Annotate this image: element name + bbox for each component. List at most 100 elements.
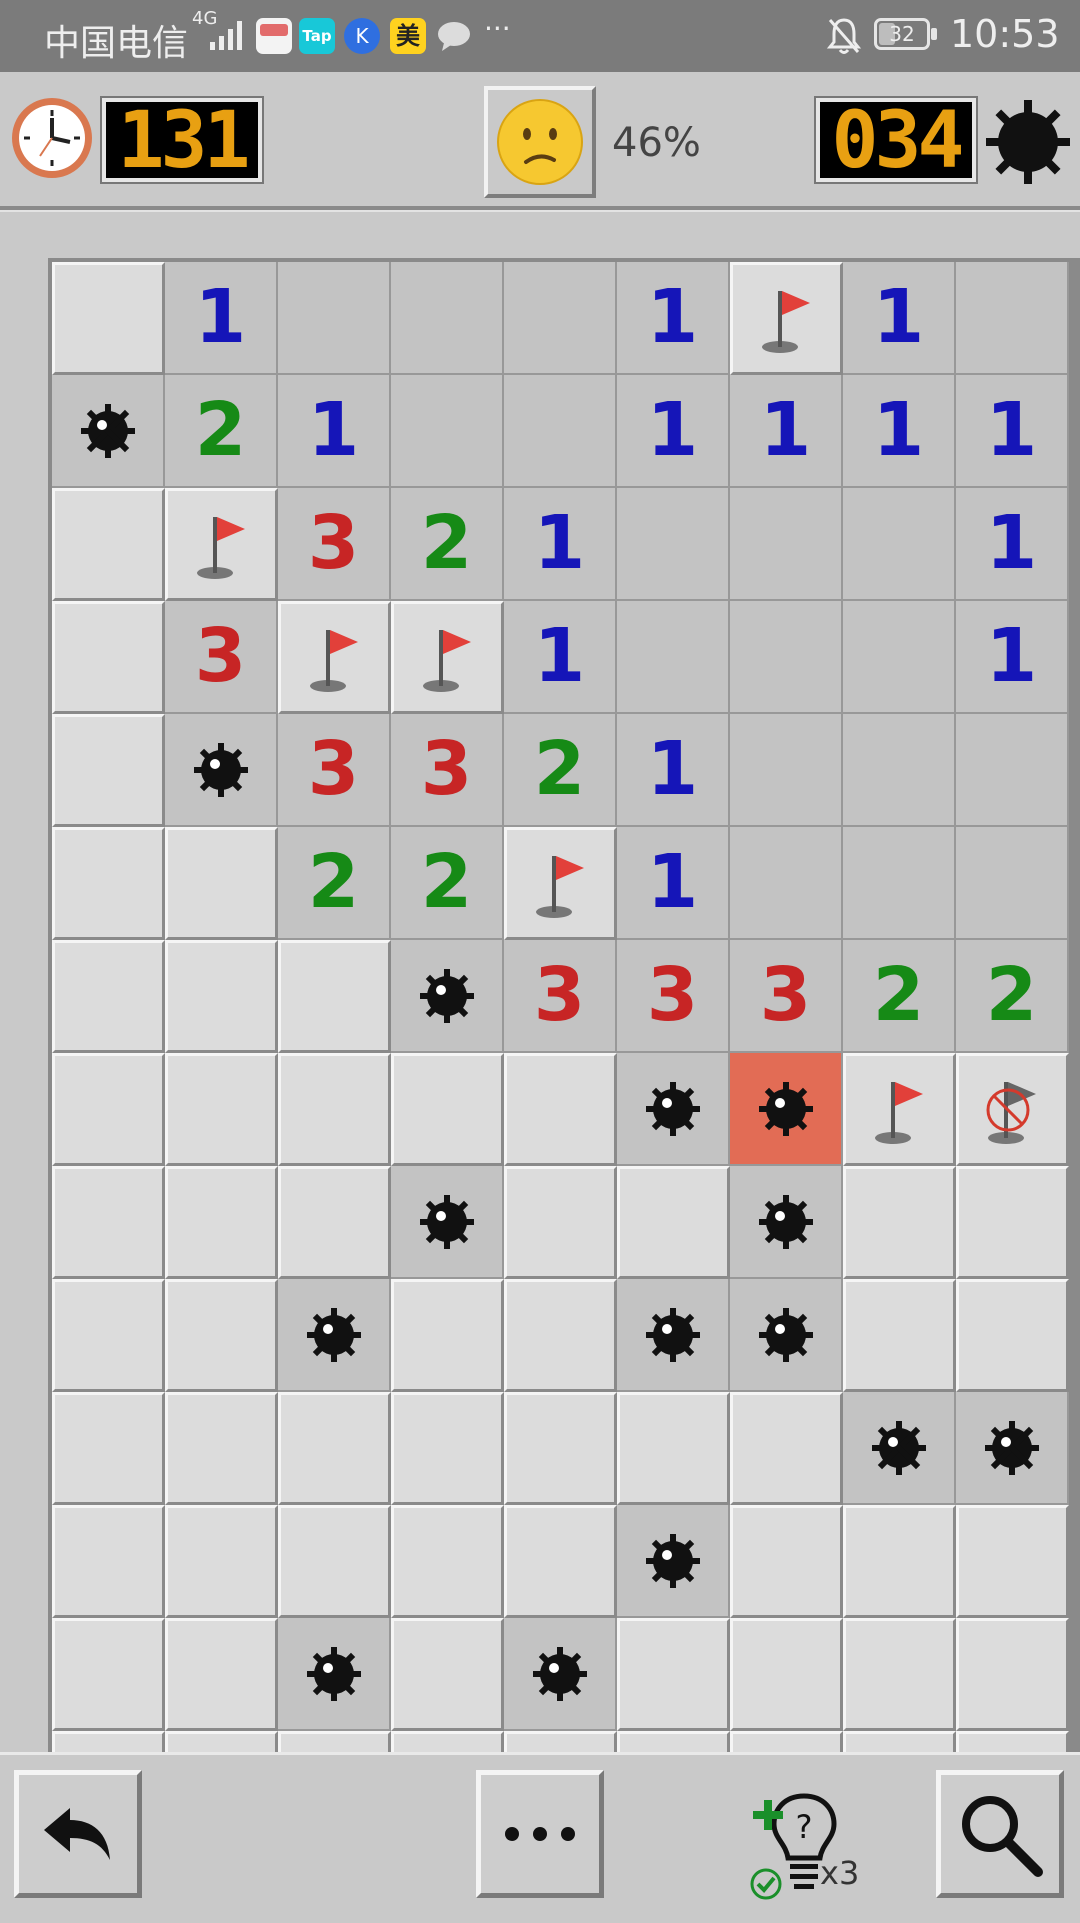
covered-cell[interactable] xyxy=(52,262,165,375)
covered-cell[interactable] xyxy=(165,827,278,940)
covered-cell[interactable] xyxy=(391,1731,504,1752)
number-cell[interactable]: 3 xyxy=(278,714,391,827)
empty-cell[interactable] xyxy=(730,827,843,940)
empty-cell[interactable] xyxy=(843,601,956,714)
empty-cell[interactable] xyxy=(391,375,504,488)
covered-cell[interactable] xyxy=(165,1731,278,1752)
more-button[interactable] xyxy=(476,1770,604,1898)
covered-cell[interactable] xyxy=(391,1279,504,1392)
empty-cell[interactable] xyxy=(278,262,391,375)
number-cell[interactable]: 1 xyxy=(956,375,1069,488)
empty-cell[interactable] xyxy=(843,488,956,601)
covered-cell[interactable] xyxy=(165,1166,278,1279)
covered-cell[interactable] xyxy=(278,1053,391,1166)
covered-cell[interactable] xyxy=(956,1731,1069,1752)
mine-cell[interactable] xyxy=(956,1392,1069,1505)
covered-cell[interactable] xyxy=(730,1731,843,1752)
covered-cell[interactable] xyxy=(52,1731,165,1752)
covered-cell[interactable] xyxy=(52,601,165,714)
number-cell[interactable]: 2 xyxy=(165,375,278,488)
number-cell[interactable]: 1 xyxy=(730,375,843,488)
empty-cell[interactable] xyxy=(617,601,730,714)
number-cell[interactable]: 1 xyxy=(504,488,617,601)
covered-cell[interactable] xyxy=(278,1505,391,1618)
mine-cell[interactable] xyxy=(730,1166,843,1279)
number-cell[interactable]: 3 xyxy=(391,714,504,827)
covered-cell[interactable] xyxy=(165,1505,278,1618)
empty-cell[interactable] xyxy=(956,262,1069,375)
mine-cell[interactable] xyxy=(278,1618,391,1731)
number-cell[interactable]: 1 xyxy=(278,375,391,488)
number-cell[interactable]: 2 xyxy=(391,827,504,940)
covered-cell[interactable] xyxy=(730,1505,843,1618)
covered-cell[interactable] xyxy=(617,1731,730,1752)
covered-cell[interactable] xyxy=(730,1618,843,1731)
number-cell[interactable]: 1 xyxy=(165,262,278,375)
flag-cell[interactable] xyxy=(391,601,504,714)
number-cell[interactable]: 1 xyxy=(956,601,1069,714)
covered-cell[interactable] xyxy=(504,1166,617,1279)
flag-cell[interactable] xyxy=(730,262,843,375)
search-button[interactable] xyxy=(936,1770,1064,1898)
covered-cell[interactable] xyxy=(278,940,391,1053)
empty-cell[interactable] xyxy=(504,375,617,488)
flag-cell[interactable] xyxy=(165,488,278,601)
covered-cell[interactable] xyxy=(504,1505,617,1618)
undo-button[interactable] xyxy=(14,1770,142,1898)
covered-cell[interactable] xyxy=(52,714,165,827)
number-cell[interactable]: 3 xyxy=(165,601,278,714)
covered-cell[interactable] xyxy=(504,1731,617,1752)
covered-cell[interactable] xyxy=(391,1618,504,1731)
empty-cell[interactable] xyxy=(617,488,730,601)
mine-cell[interactable] xyxy=(730,1279,843,1392)
covered-cell[interactable] xyxy=(278,1731,391,1752)
covered-cell[interactable] xyxy=(278,1166,391,1279)
number-cell[interactable]: 2 xyxy=(843,940,956,1053)
covered-cell[interactable] xyxy=(165,1618,278,1731)
covered-cell[interactable] xyxy=(617,1392,730,1505)
covered-cell[interactable] xyxy=(52,488,165,601)
covered-cell[interactable] xyxy=(391,1392,504,1505)
number-cell[interactable]: 3 xyxy=(730,940,843,1053)
empty-cell[interactable] xyxy=(843,827,956,940)
covered-cell[interactable] xyxy=(165,1392,278,1505)
covered-cell[interactable] xyxy=(504,1392,617,1505)
empty-cell[interactable] xyxy=(843,714,956,827)
covered-cell[interactable] xyxy=(52,1279,165,1392)
number-cell[interactable]: 2 xyxy=(956,940,1069,1053)
covered-cell[interactable] xyxy=(956,1279,1069,1392)
number-cell[interactable]: 1 xyxy=(617,375,730,488)
number-cell[interactable]: 1 xyxy=(617,827,730,940)
covered-cell[interactable] xyxy=(52,1166,165,1279)
flag-cell[interactable] xyxy=(843,1053,956,1166)
number-cell[interactable]: 1 xyxy=(617,714,730,827)
flag-cell[interactable] xyxy=(278,601,391,714)
number-cell[interactable]: 1 xyxy=(956,488,1069,601)
covered-cell[interactable] xyxy=(52,1392,165,1505)
exploded-mine-cell[interactable] xyxy=(730,1053,843,1166)
covered-cell[interactable] xyxy=(843,1505,956,1618)
covered-cell[interactable] xyxy=(165,1279,278,1392)
mine-cell[interactable] xyxy=(504,1618,617,1731)
mine-cell[interactable] xyxy=(391,940,504,1053)
number-cell[interactable]: 1 xyxy=(843,375,956,488)
empty-cell[interactable] xyxy=(391,262,504,375)
number-cell[interactable]: 3 xyxy=(504,940,617,1053)
flag-cell[interactable] xyxy=(504,827,617,940)
covered-cell[interactable] xyxy=(52,1053,165,1166)
covered-cell[interactable] xyxy=(52,940,165,1053)
mine-cell[interactable] xyxy=(165,714,278,827)
covered-cell[interactable] xyxy=(843,1618,956,1731)
wrong-flag-cell[interactable] xyxy=(956,1053,1069,1166)
empty-cell[interactable] xyxy=(504,262,617,375)
number-cell[interactable]: 2 xyxy=(391,488,504,601)
covered-cell[interactable] xyxy=(956,1166,1069,1279)
number-cell[interactable]: 2 xyxy=(278,827,391,940)
smiley-button[interactable] xyxy=(484,86,596,198)
empty-cell[interactable] xyxy=(730,488,843,601)
mine-cell[interactable] xyxy=(617,1505,730,1618)
covered-cell[interactable] xyxy=(730,1392,843,1505)
covered-cell[interactable] xyxy=(843,1166,956,1279)
covered-cell[interactable] xyxy=(504,1053,617,1166)
empty-cell[interactable] xyxy=(956,714,1069,827)
